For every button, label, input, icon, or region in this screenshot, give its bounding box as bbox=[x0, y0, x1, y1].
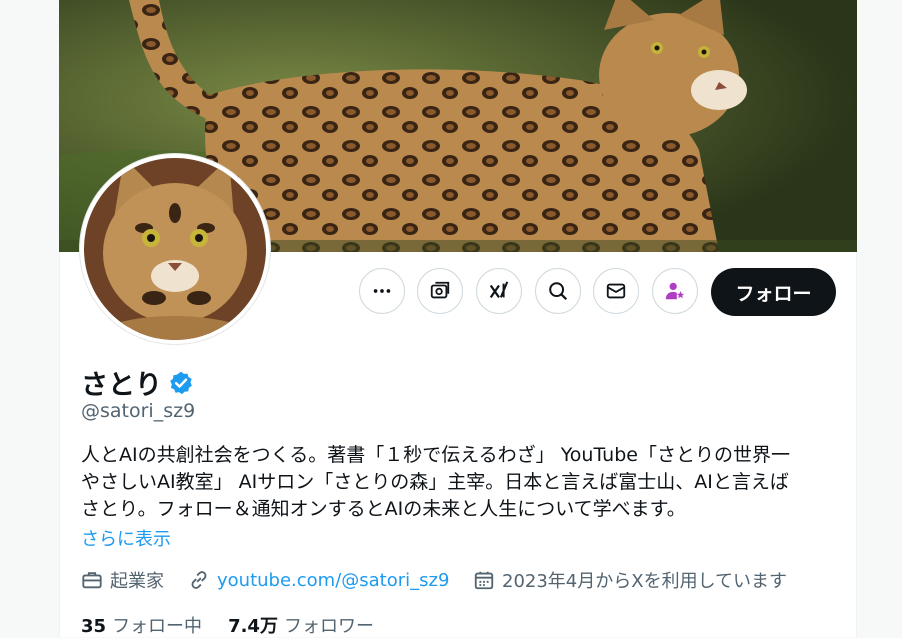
avatar-cat-image bbox=[84, 158, 266, 340]
following-count: 35 bbox=[81, 616, 107, 637]
briefcase-icon bbox=[82, 572, 102, 589]
page-background-left bbox=[0, 0, 59, 637]
subscribe-button[interactable] bbox=[652, 268, 698, 314]
profile-bio: 人とAIの共創社会をつくる。著書「１秒で伝えるわざ」 YouTube「さとりの世… bbox=[81, 442, 841, 523]
following-stat[interactable]: 35 フォロー中 bbox=[81, 612, 202, 638]
following-label: フォロー中 bbox=[112, 616, 203, 637]
xai-icon bbox=[489, 281, 509, 299]
search-button[interactable] bbox=[535, 268, 581, 314]
link-icon bbox=[191, 571, 207, 589]
more-button[interactable] bbox=[359, 268, 405, 314]
joined-date: 2023年4月からXを利用しています bbox=[502, 571, 788, 592]
display-name-row: さとり bbox=[81, 363, 194, 402]
user-handle: @satori_sz9 bbox=[81, 400, 196, 422]
profession-label: 起業家 bbox=[110, 571, 164, 592]
page-background-right bbox=[857, 0, 902, 637]
follow-stats: 35 フォロー中 7.4万 フォロワー bbox=[81, 612, 400, 638]
followers-stat[interactable]: 7.4万 フォロワー bbox=[228, 612, 374, 638]
search-icon bbox=[549, 282, 568, 301]
bio-line: さとり。フォロー＆通知オンするとAIの未来と人生について学べます。 bbox=[81, 498, 686, 520]
mail-icon bbox=[606, 283, 626, 299]
verified-badge-icon[interactable] bbox=[168, 370, 194, 396]
followers-label: フォロワー bbox=[283, 616, 374, 637]
profession-item: 起業家 bbox=[81, 567, 164, 593]
grok-icon bbox=[430, 281, 450, 299]
message-button[interactable] bbox=[593, 268, 639, 314]
website-link[interactable]: youtube.com/@satori_sz9 bbox=[217, 570, 449, 591]
grok-button[interactable] bbox=[417, 268, 463, 314]
website-item[interactable]: youtube.com/@satori_sz9 bbox=[188, 567, 449, 593]
subscribe-icon bbox=[665, 282, 685, 300]
calendar-icon bbox=[474, 571, 494, 590]
more-icon bbox=[373, 289, 391, 293]
avatar[interactable] bbox=[80, 154, 270, 344]
bio-line: やさしいAI教室」 AIサロン「さとりの森」主宰。日本と言えば富士山、AIと言え… bbox=[81, 471, 789, 493]
follow-button[interactable]: フォロー bbox=[711, 268, 836, 316]
joined-item: 2023年4月からXを利用しています bbox=[473, 567, 787, 593]
display-name: さとり bbox=[81, 370, 162, 401]
show-more-link[interactable]: さらに表示 bbox=[81, 525, 171, 551]
xai-button[interactable] bbox=[476, 268, 522, 314]
followers-count: 7.4万 bbox=[228, 616, 278, 637]
bio-line: 人とAIの共創社会をつくる。著書「１秒で伝えるわざ」 YouTube「さとりの世… bbox=[81, 444, 790, 466]
